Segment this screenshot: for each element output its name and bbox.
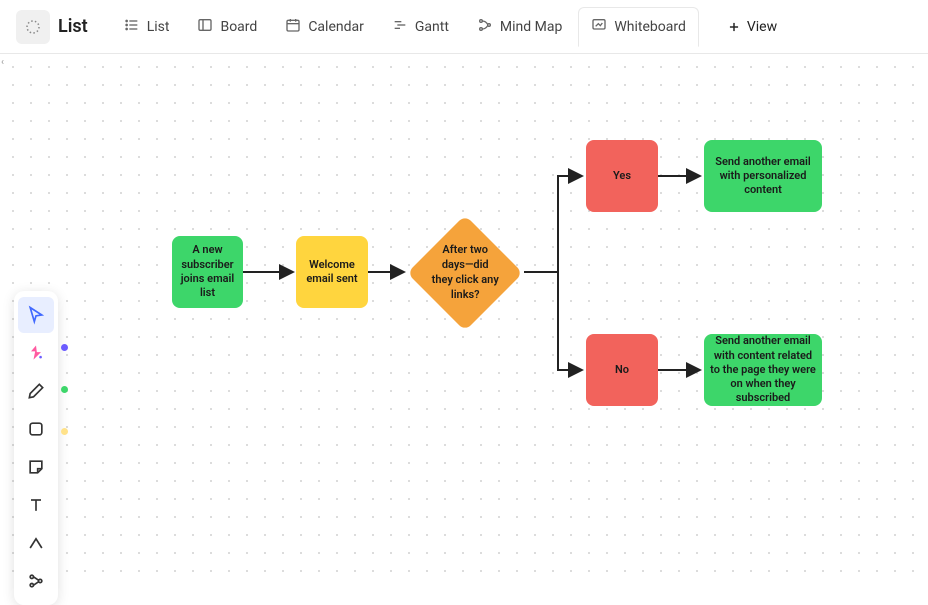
tab-list-label: List	[147, 19, 170, 35]
add-view-label: View	[747, 19, 777, 35]
tab-board[interactable]: Board	[185, 7, 269, 47]
mindmap-icon	[477, 17, 493, 37]
node-yes-action[interactable]: Send another email with personalized con…	[704, 140, 822, 212]
view-tabs: List Board Calendar Gantt Mind Map White…	[112, 7, 789, 47]
color-dot-yellow[interactable]	[61, 428, 68, 435]
list-icon	[124, 17, 140, 37]
node-decision[interactable]: After two days—did they click any links?	[407, 215, 523, 331]
tab-mindmap-label: Mind Map	[500, 19, 562, 35]
tab-gantt-label: Gantt	[415, 19, 449, 35]
tool-shape[interactable]	[18, 411, 54, 447]
node-no-action-text: Send another email with content related …	[710, 334, 816, 405]
app-title: List	[58, 16, 88, 37]
tab-whiteboard-label: Whiteboard	[614, 19, 686, 35]
tab-calendar-label: Calendar	[308, 19, 364, 35]
tab-whiteboard[interactable]: Whiteboard	[578, 7, 699, 47]
add-view-button[interactable]: View	[715, 11, 789, 43]
tool-pointer[interactable]	[18, 297, 54, 333]
topbar: List List Board Calendar Gantt Mind Map …	[0, 0, 928, 54]
gantt-icon	[392, 17, 408, 37]
node-welcome[interactable]: Welcome email sent	[296, 236, 368, 308]
node-welcome-text: Welcome email sent	[302, 258, 362, 287]
tab-list[interactable]: List	[112, 7, 182, 47]
node-decision-text: After two days—did they click any links?	[430, 243, 500, 302]
node-yes-action-text: Send another email with personalized con…	[710, 155, 816, 198]
tool-more[interactable]	[18, 563, 54, 599]
calendar-icon	[285, 17, 301, 37]
plus-icon	[727, 20, 741, 34]
node-yes-text: Yes	[613, 169, 631, 183]
node-no[interactable]: No	[586, 334, 658, 406]
node-yes[interactable]: Yes	[586, 140, 658, 212]
tool-generate[interactable]	[18, 335, 54, 371]
node-start-text: A new subscriber joins email list	[178, 243, 237, 300]
color-dot-purple[interactable]	[61, 344, 68, 351]
flowchart: A new subscriber joins email list Welcom…	[0, 54, 928, 584]
board-icon	[197, 17, 213, 37]
node-no-text: No	[615, 363, 629, 377]
tool-text[interactable]	[18, 487, 54, 523]
color-dot-green[interactable]	[61, 386, 68, 393]
tab-gantt[interactable]: Gantt	[380, 7, 461, 47]
whiteboard-canvas[interactable]: A new subscriber joins email list Welcom…	[0, 54, 928, 584]
node-no-action[interactable]: Send another email with content related …	[704, 334, 822, 406]
tab-calendar[interactable]: Calendar	[273, 7, 376, 47]
tool-pen[interactable]	[18, 373, 54, 409]
tab-mindmap[interactable]: Mind Map	[465, 7, 574, 47]
tool-connector[interactable]	[18, 525, 54, 561]
app-icon[interactable]	[16, 10, 50, 44]
tab-board-label: Board	[220, 19, 257, 35]
whiteboard-toolbar	[14, 291, 58, 605]
whiteboard-icon	[591, 17, 607, 37]
node-start[interactable]: A new subscriber joins email list	[172, 236, 243, 308]
tool-sticky[interactable]	[18, 449, 54, 485]
